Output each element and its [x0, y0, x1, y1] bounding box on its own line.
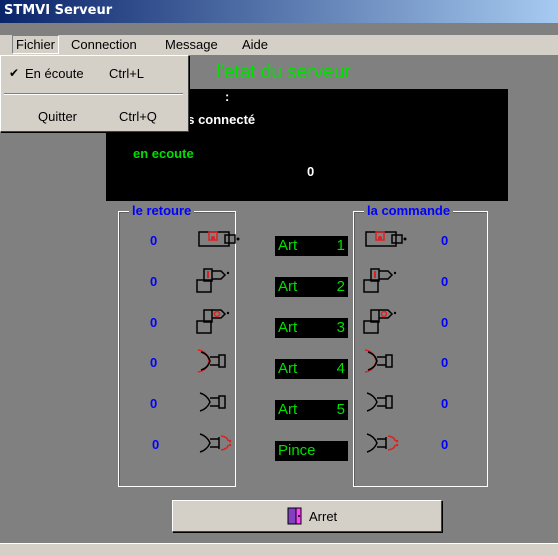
articulation-number: 2 [336, 278, 345, 295]
gripper-icon [366, 433, 399, 453]
retour-value: 0 [150, 274, 158, 289]
articulation-label: Art [278, 237, 298, 254]
articulation-3: Art 3 [275, 318, 348, 338]
checkmark-icon: ✔ [9, 66, 20, 80]
robot-joint-3-icon [196, 309, 230, 334]
connection-status: as connecté [180, 112, 256, 127]
commande-value: 0 [441, 396, 449, 411]
menu-item-en-ecoute[interactable]: ✔ En écoute Ctrl+L [1, 64, 188, 84]
robot-joint-3-icon [363, 309, 397, 334]
commande-value: 0 [441, 274, 449, 289]
articulation-4: Art 4 [275, 359, 348, 379]
articulation-5: Art 5 [275, 400, 348, 420]
robot-joint-5-icon [199, 392, 226, 412]
retour-value: 0 [152, 437, 160, 452]
commande-value: 0 [441, 437, 449, 452]
menu-item-quitter[interactable]: Quitter Ctrl+Q [1, 107, 188, 127]
title-bar: STMVI Serveur [0, 0, 558, 23]
listen-status: en ecoute [133, 146, 194, 161]
articulation-1: Art 1 [275, 236, 348, 256]
window-title: STMVI Serveur [4, 3, 113, 18]
menu-bar: Fichier Connection Message Aide [0, 35, 558, 55]
menu-item-shortcut: Ctrl+Q [119, 109, 157, 124]
stop-button-label: Arret [309, 509, 338, 524]
articulation-2: Art 2 [275, 277, 348, 297]
menu-fichier[interactable]: Fichier [12, 35, 60, 54]
commande-value: 0 [441, 233, 449, 248]
articulation-number: 5 [336, 401, 345, 418]
main-window: STMVI Serveur Fichier Connection Message… [0, 0, 558, 556]
articulation-number: 3 [336, 319, 345, 336]
server-state-title: l'etat du serveur [216, 62, 351, 83]
retour-value: 0 [150, 396, 158, 411]
commande-value: 0 [441, 355, 449, 370]
robot-joint-1-icon [365, 231, 407, 247]
door-exit-icon [287, 507, 302, 525]
fichier-dropdown-menu: ✔ En écoute Ctrl+L Quitter Ctrl+Q [0, 55, 189, 132]
status-colon: : [225, 89, 230, 104]
articulation-label: Art [278, 278, 298, 295]
commande-legend: la commande [364, 203, 454, 218]
retour-value: 0 [150, 315, 158, 330]
menu-message[interactable]: Message [165, 37, 218, 52]
articulation-number: 1 [336, 237, 345, 254]
articulation-label: Art [278, 401, 298, 418]
menu-item-shortcut: Ctrl+L [109, 66, 145, 81]
robot-joint-2-icon [196, 268, 230, 293]
articulation-label: Art [278, 360, 298, 377]
retour-legend: le retoure [129, 203, 195, 218]
menu-aide[interactable]: Aide [242, 37, 268, 52]
menu-item-label: Quitter [38, 109, 78, 124]
robot-joint-4-icon [364, 349, 393, 373]
robot-joint-4-icon [197, 349, 226, 373]
robot-joint-1-icon [198, 231, 240, 247]
articulation-number: 4 [336, 360, 345, 377]
robot-joint-2-icon [363, 268, 397, 293]
retour-value: 0 [150, 233, 158, 248]
robot-joint-5-icon [366, 392, 393, 412]
gripper-icon [199, 433, 232, 453]
articulation-label: Art [278, 319, 298, 336]
gripper-label: Pince [278, 442, 316, 459]
retour-value: 0 [150, 355, 158, 370]
stop-button[interactable]: Arret [172, 500, 442, 532]
menu-item-label: En écoute [25, 66, 84, 81]
commande-value: 0 [441, 315, 449, 330]
menu-connection[interactable]: Connection [71, 37, 137, 52]
status-bar [0, 543, 558, 556]
gripper-label-box: Pince [275, 441, 348, 461]
menu-separator [4, 93, 183, 95]
connection-count: 0 [307, 164, 315, 179]
